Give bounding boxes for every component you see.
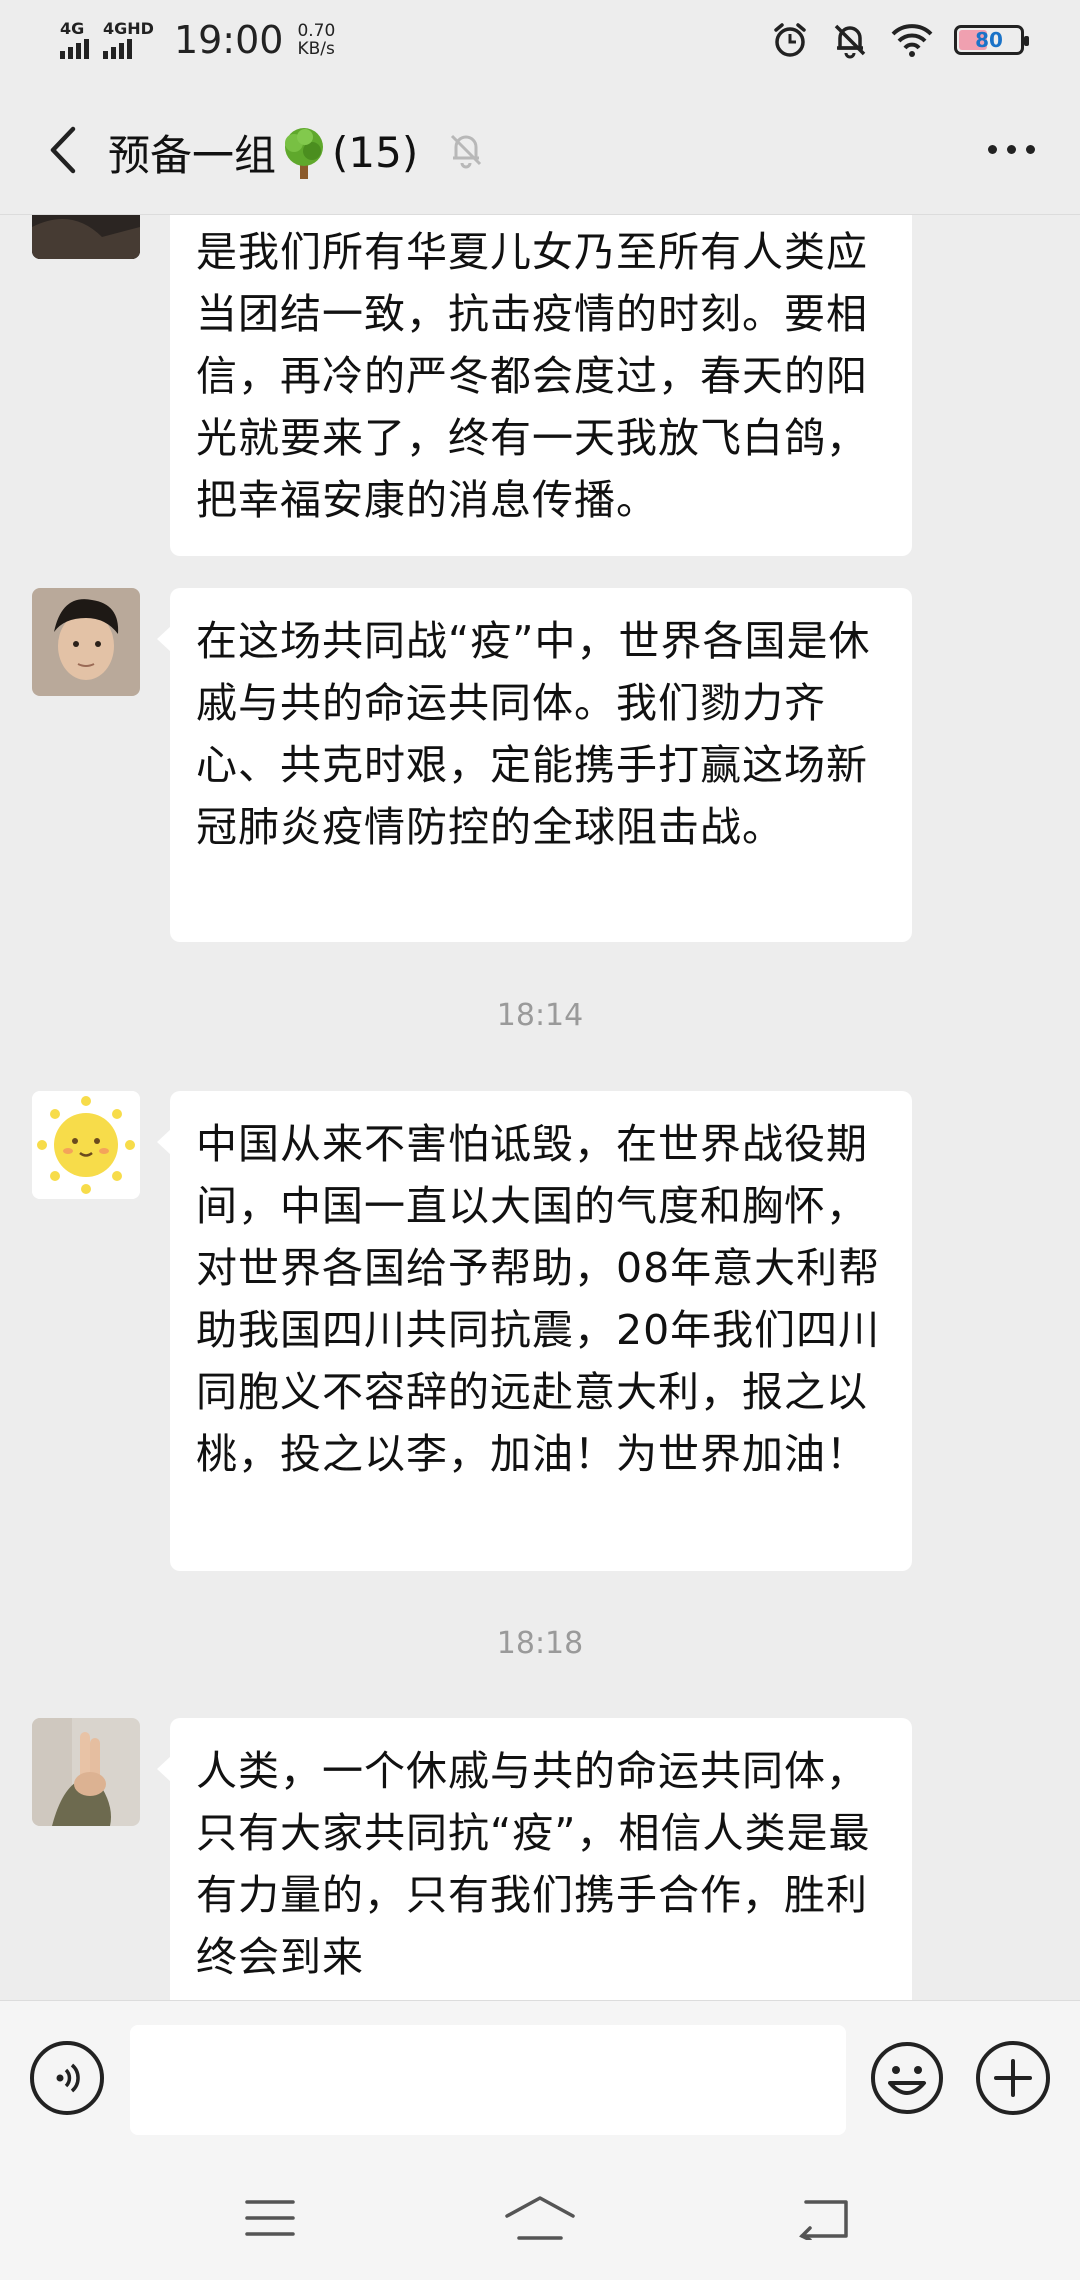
message-timestamp: 18:14 [496,998,584,1033]
network-type-2: 4GHD [103,19,154,38]
member-count: (15) [332,128,419,177]
network-speed: 0.70 KB/s [297,22,335,58]
home-icon [505,2196,575,2240]
message-bubble[interactable]: 是我们所有华夏儿女乃至所有人类应当团结一致，抗击疫情的时刻。要相信，再冷的严冬都… [170,215,912,556]
message-bubble[interactable]: 中国从来不害怕诋毁，在世界战役期间，中国一直以大国的气度和胸怀，对世界各国给予帮… [157,1091,912,1571]
mute-icon [834,24,866,59]
message-text: 是我们所有华夏儿女乃至所有人类应当团结一致，抗击疫情的时刻。要相信，再冷的严冬都… [196,228,868,524]
avatar[interactable] [32,588,140,696]
group-name: 预备一组 [108,131,277,180]
bell-muted-icon [450,134,482,169]
alarm-icon [774,23,806,57]
avatar[interactable] [32,1091,140,1199]
message-text: 中国从来不害怕诋毁，在世界战役期间，中国一直以大国的气度和胸怀，对世界各国给予帮… [196,1120,881,1478]
more-button[interactable] [976,124,1046,174]
signal-bars-icon [60,37,89,59]
message-timestamp: 18:18 [496,1626,584,1661]
signal-1: 4G [60,21,89,59]
voice-icon [56,2063,80,2093]
message-list[interactable]: 是我们所有华夏儿女乃至所有人类应当团结一致，抗击疫情的时刻。要相信，再冷的严冬都… [0,215,1080,2000]
message-bubble[interactable]: 在这场共同战“疫”中，世界各国是休戚与共的命运共同体。我们勠力齐心、共克时艰，定… [157,588,912,942]
chat-title: 预备一组 (15) [108,122,418,183]
wifi-icon [891,24,933,57]
back-button[interactable] [32,120,92,180]
plus-button[interactable] [976,2041,1050,2115]
battery-level: 80 [975,28,1003,52]
voice-button[interactable] [30,2041,104,2115]
speed-value: 0.70 [297,21,336,41]
network-type-1: 4G [60,19,85,38]
status-right: 80 [770,20,1029,60]
chat-header: 预备一组 (15) [0,90,1080,215]
message-bubble[interactable]: 人类，一个休戚与共的命运共同体，只有大家共同抗“疫”，相信人类是最有力量的，只有… [157,1718,912,2000]
clock: 19:00 [173,18,284,62]
tree-icon [285,127,324,179]
signal-2: 4GHD [103,21,154,59]
message-input[interactable] [130,2025,846,2135]
emoji-button[interactable] [870,2041,944,2115]
chevron-left-icon [50,126,76,174]
system-nav-bar [0,2158,1080,2280]
back-nav-button[interactable] [784,2188,864,2248]
avatar[interactable] [32,1718,140,1826]
plus-icon [994,2059,1032,2097]
battery-icon: 80 [954,25,1029,55]
message-text: 在这场共同战“疫”中，世界各国是休戚与共的命运共同体。我们勠力齐心、共克时艰，定… [196,617,871,851]
input-bar [0,2000,1080,2159]
status-left: 4G 4GHD 19:00 0.70 KB/s [60,18,335,62]
emoji-icon [871,2042,943,2114]
home-button[interactable] [500,2188,580,2248]
menu-button[interactable] [230,2188,310,2248]
speed-unit: KB/s [297,39,335,59]
message-text: 人类，一个休戚与共的命运共同体，只有大家共同抗“疫”，相信人类是最有力量的，只有… [196,1747,871,1981]
avatar[interactable] [32,215,140,259]
back-icon [799,2200,848,2240]
status-bar: 4G 4GHD 19:00 0.70 KB/s 80 [0,0,1080,90]
signal-bars-icon [103,37,132,59]
menu-icon [245,2200,295,2236]
more-dots-icon [987,144,997,154]
